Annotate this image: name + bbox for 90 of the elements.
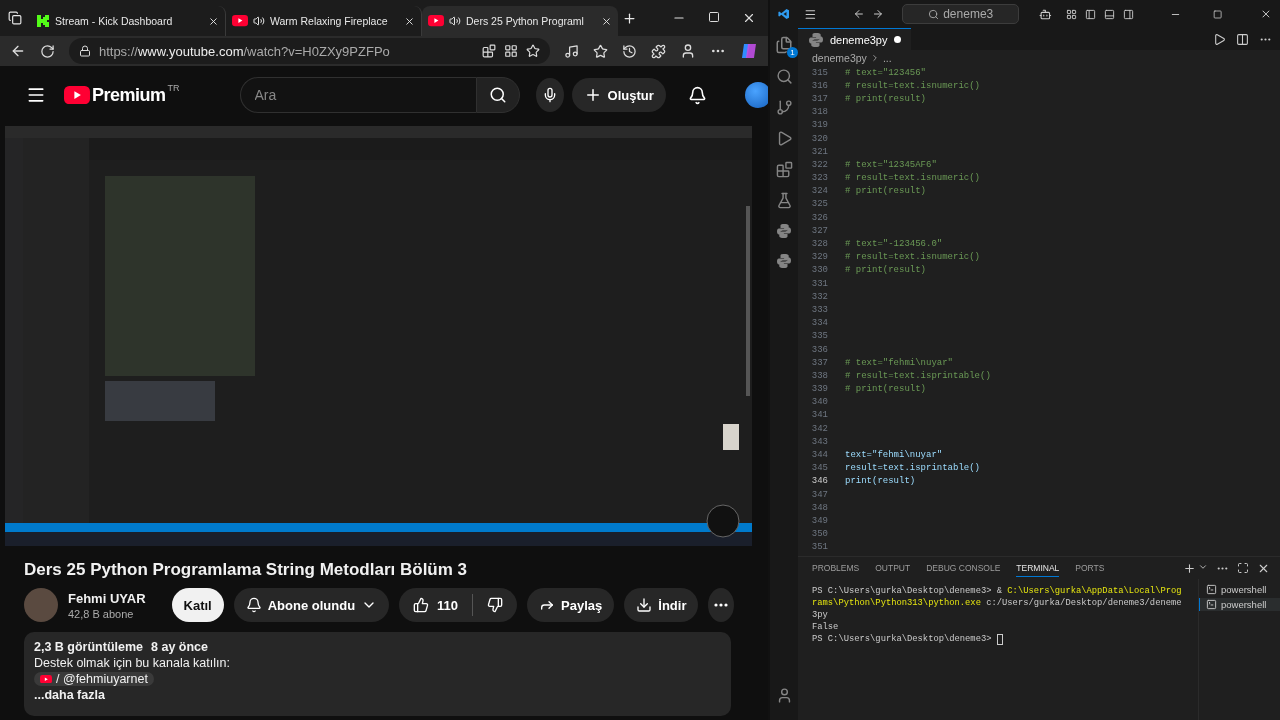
show-more-link[interactable]: ...daha fazla [34,688,721,702]
line-number: 346 [810,476,828,487]
terminal-text: c:/Users/gurka/Desktop/deneme3/deneme [985,598,1182,608]
terminal-path: C:\Users\gurka\AppData\Local\Prog [1007,586,1182,596]
code-line: # result=text.isnumeric() [845,173,981,184]
channel-name[interactable]: Fehmi UYAR [68,590,146,606]
description-panel[interactable]: 2,3 B görüntüleme 8 ay önce Destek olmak için bu kanala katılın: / @fehmiuyarnet ...daha fazla [24,632,731,716]
line-number: 317 [810,93,828,104]
code-line: # print(result) [845,384,926,395]
line-number: 323 [810,173,828,184]
code-line: # text="12345AF6" [845,159,937,170]
code-line: print(result) [845,476,916,487]
code-line: # result=text.isnumeric() [845,80,981,91]
line-number: 334 [810,318,828,329]
line-number: 327 [810,225,828,236]
address-bar[interactable]: https://www.youtube.com/watch?v=H0ZXy9PZFPo [68,38,551,64]
line-number: 331 [810,278,828,289]
description-text: Destek olmak için bu kanala katılın: [34,656,231,670]
line-number: 336 [810,344,828,355]
browser-tab[interactable]: Ders 25 Python Programl [422,6,618,36]
line-number: 337 [810,357,828,368]
editor-tab[interactable]: deneme3py [798,28,911,50]
panel-tab[interactable]: TERMINAL [1016,559,1060,577]
share-button[interactable]: Paylaş [527,588,615,622]
line-number: 333 [810,304,828,315]
line-number: 349 [810,515,828,526]
line-number: 320 [810,133,828,144]
breadcrumb-item[interactable]: deneme3py [812,52,867,64]
like-button[interactable]: 110 [399,588,473,622]
code-line: # result=text.isprintable() [845,370,991,381]
line-number: 330 [810,265,828,276]
line-number: 339 [810,384,828,395]
line-number: 322 [810,159,828,170]
search-field[interactable]: Ara [239,77,476,113]
line-number: 345 [810,463,828,474]
command-search-field[interactable]: deneme3 [902,4,1020,24]
line-number: 343 [810,436,828,447]
terminal-text: False [812,622,839,632]
terminal-path: rams\Python\Python313\python.exe [812,598,981,608]
breadcrumb-item[interactable]: ... [882,52,892,64]
upload-age: 8 ay önce [151,640,209,654]
view-count: 2,3 B görüntüleme [34,640,144,654]
line-number: 342 [810,423,828,434]
terminal-text: PS C:\Users\gurka\Desktop\deneme3> & [812,586,1004,596]
line-number: 326 [810,212,828,223]
line-number: 319 [810,120,828,131]
terminal-text: PS C:\Users\gurka\Desktop\deneme3> [812,634,993,644]
subscribe-button[interactable]: Abone olundu [233,588,390,622]
line-number: 328 [810,239,828,250]
panel-tab[interactable]: PORTS [1075,559,1105,577]
line-number: 347 [810,489,828,500]
line-number: 316 [810,80,828,91]
code-line: # text="123456" [845,67,926,78]
code-line: # print(result) [845,265,926,276]
code-line: # result=text.isnumeric() [845,252,981,263]
panel-tab[interactable]: DEBUG CONSOLE [926,559,1001,577]
line-number: 348 [810,502,828,513]
subscriber-count: 42,8 B abone [68,607,135,620]
panel-tab[interactable]: OUTPUT [875,559,911,577]
line-number: 350 [810,529,828,540]
notification-count: 1 [787,47,798,58]
channel-link[interactable]: / @fehmiuyarnet [34,672,154,686]
terminal-list-item[interactable]: powershell [1199,583,1280,596]
line-number: 338 [810,370,828,381]
download-button[interactable]: İndir [624,588,699,622]
video-title: Ders 25 Python Programlama String Metodları Bölüm 3 [24,560,469,580]
line-number: 315 [810,67,828,78]
line-number: 325 [810,199,828,210]
terminal-text: 3py [812,610,828,620]
line-number: 341 [810,410,828,421]
panel-tab[interactable]: PROBLEMS [812,559,860,577]
code-line: # text="fehmi\nuyar" [845,357,954,368]
line-number: 321 [810,146,828,157]
line-number: 332 [810,291,828,302]
code-line: # print(result) [845,93,926,104]
terminal-list-item[interactable]: powershell [1199,598,1280,611]
line-number: 329 [810,252,828,263]
line-number: 344 [810,450,828,461]
code-line: # text="-123456.0" [845,239,943,250]
line-number: 351 [810,542,828,553]
code-line: result=text.isprintable() [845,463,981,474]
create-button[interactable]: Oluştur [571,78,666,112]
line-number: 324 [810,186,828,197]
join-button[interactable]: Katıl [171,588,224,622]
line-number: 340 [810,397,828,408]
line-number: 335 [810,331,828,342]
code-line: # print(result) [845,186,926,197]
code-line: text="fehmi\nuyar" [845,450,943,461]
line-number: 318 [810,107,828,118]
like-dislike-control[interactable]: 110 [399,588,518,622]
